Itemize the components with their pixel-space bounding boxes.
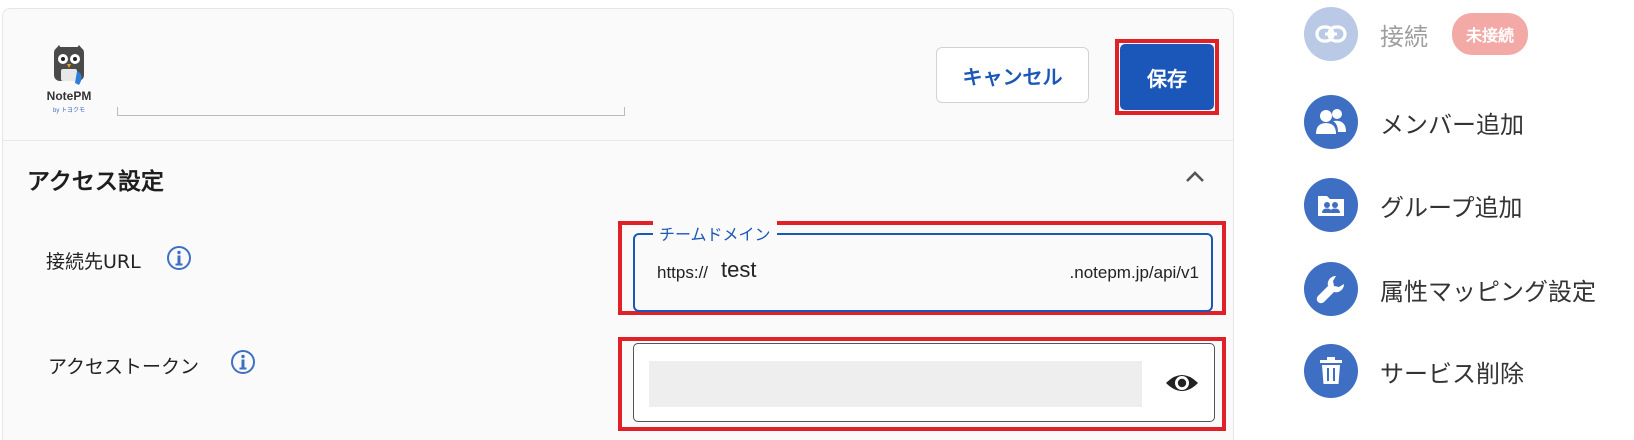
team-domain-legend: チームドメイン [653, 221, 777, 245]
access-token-field[interactable] [633, 343, 1215, 422]
domain-suffix: .notepm.jp/api/v1 [1069, 263, 1199, 282]
users-icon [1304, 95, 1358, 149]
url-label: 接続先URL [46, 251, 141, 273]
domain-prefix: https:// [657, 263, 709, 282]
access-token-input[interactable] [649, 361, 1142, 407]
logo-by-text: by トヨクモ [52, 108, 85, 114]
token-label: アクセストークン [48, 356, 200, 378]
team-domain-input[interactable]: test [721, 257, 756, 283]
info-icon[interactable] [230, 349, 256, 375]
sidebar-item-label: グループ追加 [1380, 193, 1523, 222]
eye-icon[interactable] [1164, 369, 1200, 397]
section-title: アクセス設定 [27, 169, 164, 195]
save-button[interactable]: 保存 [1120, 44, 1214, 110]
trash-icon [1304, 344, 1358, 398]
logo-brand-text: NotePM [46, 89, 92, 103]
sidebar-item-label: サービス削除 [1380, 359, 1524, 388]
group-folder-icon [1304, 178, 1358, 232]
sidebar-item-delete-service[interactable]: サービス削除 [1304, 342, 1624, 400]
card-header: NotePM by トヨクモ キャンセル 保存 [3, 9, 1233, 141]
chevron-up-icon[interactable] [1184, 168, 1206, 184]
service-name-field[interactable] [117, 107, 625, 116]
team-domain-field[interactable]: チームドメイン https:// test .notepm.jp/api/v1 [633, 221, 1213, 312]
sidebar-item-add-group[interactable]: グループ追加 [1304, 176, 1624, 234]
sidebar-item-attribute-mapping[interactable]: 属性マッピング設定 [1304, 260, 1624, 318]
cancel-button[interactable]: キャンセル [936, 47, 1089, 103]
wrench-icon [1304, 262, 1358, 316]
status-badge: 未接続 [1452, 13, 1529, 55]
sidebar-item-connect[interactable]: 接続 未接続 [1304, 5, 1624, 63]
info-icon[interactable] [166, 245, 192, 271]
owl-icon [54, 45, 84, 85]
notepm-logo: NotePM by トヨクモ [41, 45, 97, 117]
sidebar-item-label: 属性マッピング設定 [1380, 277, 1596, 306]
sidebar-item-add-member[interactable]: メンバー追加 [1304, 93, 1624, 151]
sidebar-item-label: メンバー追加 [1380, 110, 1524, 139]
sidebar-item-label: 接続 [1380, 22, 1428, 51]
link-icon [1304, 7, 1358, 61]
